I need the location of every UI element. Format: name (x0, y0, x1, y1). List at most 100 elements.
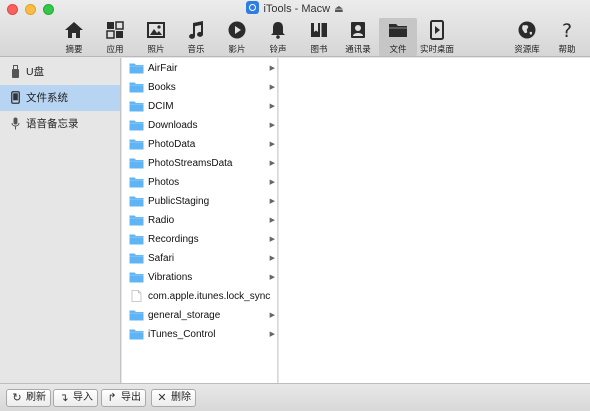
sidebar-item-usb[interactable]: U盘 (0, 59, 120, 85)
bottom-action-bar: ↻ 刷新 ↴ 导入 ↱ 导出 ✕ 删除 (0, 383, 590, 411)
eject-icon[interactable]: ⏏ (334, 2, 343, 17)
folder-icon (129, 253, 144, 264)
disclosure-arrow-icon[interactable]: ▶ (270, 192, 275, 211)
file-name: AirFair (148, 63, 178, 74)
folder-icon (129, 177, 144, 188)
folder-row[interactable]: DCIM ▶ (122, 97, 277, 116)
folder-icon (129, 196, 144, 207)
file-name: Vibrations (148, 272, 193, 283)
toolbar-music-button[interactable]: 音乐 (177, 18, 215, 56)
play-circle-icon (228, 21, 246, 39)
file-detail-pane (279, 58, 590, 383)
folder-row[interactable]: PhotoData ▶ (122, 135, 277, 154)
toolbar-files-button[interactable]: 文件 (379, 18, 417, 56)
toolbar-apps-button[interactable]: 应用 (96, 18, 134, 56)
window-title: iTools - Macw (263, 3, 331, 15)
folder-row[interactable]: AirFair ▶ (122, 59, 277, 78)
toolbar-label: 帮助 (558, 44, 576, 54)
toolbar-photos-button[interactable]: 照片 (137, 18, 175, 56)
toolbar-movies-button[interactable]: 影片 (218, 18, 256, 56)
disclosure-arrow-icon[interactable]: ▶ (270, 135, 275, 154)
disclosure-arrow-icon[interactable]: ▶ (270, 59, 275, 78)
sidebar-item-label: 语音备忘录 (26, 118, 79, 130)
disclosure-arrow-icon[interactable]: ▶ (270, 249, 275, 268)
import-button[interactable]: ↴ 导入 (53, 389, 98, 407)
toolbar-help-button[interactable]: ? 帮助 (548, 18, 586, 56)
refresh-button[interactable]: ↻ 刷新 (6, 389, 51, 407)
disclosure-arrow-icon[interactable]: ▶ (270, 325, 275, 344)
svg-text:?: ? (562, 20, 572, 40)
export-label: 导出 (121, 392, 141, 403)
document-icon (131, 290, 142, 302)
folder-icon (129, 234, 144, 245)
refresh-label: 刷新 (26, 392, 46, 403)
toolbar-label: 通讯录 (345, 44, 371, 54)
export-arrow-icon: ↱ (107, 392, 117, 404)
file-name: PhotoStreamsData (148, 158, 233, 169)
sidebar-item-filesystem[interactable]: 文件系统 (0, 85, 120, 111)
toolbar-ringtones-button[interactable]: 铃声 (259, 18, 297, 56)
folder-row[interactable]: Vibrations ▶ (122, 268, 277, 287)
toolbar-label: 影片 (228, 44, 246, 54)
disclosure-arrow-icon[interactable]: ▶ (270, 97, 275, 116)
toolbar-label: 摘要 (65, 44, 83, 54)
app-window: iTools - Macw ⏏ 摘要 应用 照片 音乐 影片 铃声 图书 通讯录… (0, 0, 590, 411)
folder-icon (129, 101, 144, 112)
realtime-desktop-icon (430, 20, 444, 40)
file-name: PhotoData (148, 139, 196, 150)
folder-icon (129, 63, 144, 74)
file-name: Books (148, 82, 176, 93)
folder-row[interactable]: iTunes_Control ▶ (122, 325, 277, 344)
folder-row[interactable]: Radio ▶ (122, 211, 277, 230)
toolbar-label: 文件 (389, 44, 407, 54)
itools-logo-icon (246, 1, 260, 14)
toolbar-label: 资源库 (514, 44, 540, 54)
file-name: PublicStaging (148, 196, 210, 207)
folder-row[interactable]: PhotoStreamsData ▶ (122, 154, 277, 173)
book-icon (311, 23, 327, 37)
folder-icon (129, 215, 144, 226)
sidebar-item-voice-memos[interactable]: 语音备忘录 (0, 111, 120, 137)
disclosure-arrow-icon[interactable]: ▶ (270, 173, 275, 192)
window-title-bar: iTools - Macw ⏏ (0, 1, 590, 16)
folder-icon (129, 139, 144, 150)
folder-row[interactable]: Downloads ▶ (122, 116, 277, 135)
usb-drive-icon (12, 65, 19, 78)
disclosure-arrow-icon[interactable]: ▶ (270, 116, 275, 135)
folder-row[interactable]: general_storage ▶ (122, 306, 277, 325)
disclosure-arrow-icon[interactable]: ▶ (270, 230, 275, 249)
folder-icon (129, 310, 144, 321)
folder-icon (129, 329, 144, 340)
photo-icon (147, 22, 165, 38)
bell-icon (271, 22, 285, 39)
disclosure-arrow-icon[interactable]: ▶ (270, 154, 275, 173)
delete-button[interactable]: ✕ 删除 (151, 389, 196, 407)
toolbar-books-button[interactable]: 图书 (300, 18, 338, 56)
folder-row[interactable]: Photos ▶ (122, 173, 277, 192)
folder-row[interactable]: Books ▶ (122, 78, 277, 97)
toolbar-realtime-desktop-button[interactable]: 实时桌面 (418, 18, 456, 56)
disclosure-arrow-icon[interactable]: ▶ (270, 211, 275, 230)
folder-icon (129, 82, 144, 93)
disclosure-arrow-icon[interactable]: ▶ (270, 78, 275, 97)
delete-x-icon: ✕ (157, 392, 167, 404)
import-label: 导入 (73, 392, 93, 403)
disclosure-arrow-icon[interactable]: ▶ (270, 306, 275, 325)
folder-icon (129, 120, 144, 131)
toolbar-contacts-button[interactable]: 通讯录 (339, 18, 377, 56)
disclosure-arrow-icon[interactable]: ▶ (270, 268, 275, 287)
file-name: Downloads (148, 120, 198, 131)
file-row[interactable]: com.apple.itunes.lock_sync (122, 287, 277, 306)
sidebar: U盘 文件系统 语音备忘录 (0, 58, 121, 383)
folder-row[interactable]: PublicStaging ▶ (122, 192, 277, 211)
export-button[interactable]: ↱ 导出 (101, 389, 146, 407)
delete-label: 删除 (171, 392, 191, 403)
folder-row[interactable]: Recordings ▶ (122, 230, 277, 249)
toolbar-resources-button[interactable]: 资源库 (508, 18, 546, 56)
toolbar-summary-button[interactable]: 摘要 (55, 18, 93, 56)
folder-row[interactable]: Safari ▶ (122, 249, 277, 268)
toolbar: iTools - Macw ⏏ 摘要 应用 照片 音乐 影片 铃声 图书 通讯录… (0, 0, 590, 57)
music-note-icon (189, 21, 204, 39)
toolbar-label: 照片 (147, 44, 165, 54)
toolbar-label: 音乐 (187, 44, 205, 54)
